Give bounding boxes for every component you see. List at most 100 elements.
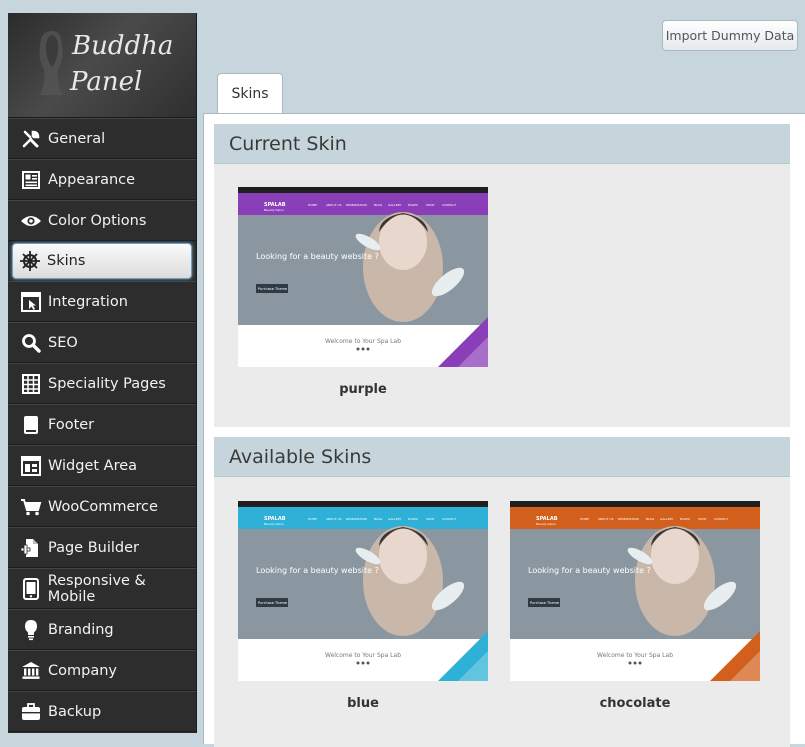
nav-label: General: [48, 130, 106, 147]
nav-label: WooCommerce: [48, 498, 158, 515]
nav-label: Widget Area: [48, 457, 138, 474]
thumb-menu-item: SHOP: [426, 203, 435, 207]
helm-icon: [19, 250, 41, 272]
thumb-button-text: Purchase Theme: [258, 601, 287, 605]
import-dummy-data-button[interactable]: Import Dummy Data: [662, 20, 798, 51]
nav-item-responsive-mobile[interactable]: Responsive & Mobile: [8, 568, 196, 609]
thumb-menu-item: ABOUT US: [326, 203, 342, 207]
skin-preview-chocolate: Looking for a beauty website ? Purchase …: [510, 501, 760, 681]
nav-label: Footer: [48, 416, 95, 433]
skin-card-blue[interactable]: Looking for a beauty website ? Purchase …: [238, 501, 488, 711]
nav-item-widget-area[interactable]: Widget Area: [8, 445, 196, 486]
nav-label: Skins: [47, 253, 86, 269]
skin-name: chocolate: [599, 696, 671, 711]
thumb-menu-item: SHOP: [698, 517, 707, 521]
thumb-menu-item: BLOG: [374, 517, 383, 521]
nav-item-color-options[interactable]: Color Options: [8, 200, 196, 241]
current-skin-title: Current Skin: [214, 124, 790, 164]
nav-item-company[interactable]: Company: [8, 650, 196, 691]
nav-label: Responsive & Mobile: [47, 572, 146, 605]
layout-icon: [20, 169, 42, 191]
tab-skins[interactable]: Skins: [217, 73, 283, 114]
thumb-menu-item: RESERVATION: [346, 517, 367, 521]
thumb-tagline: Beauty Salon: [536, 522, 556, 526]
thumb-hero-text: Looking for a beauty website ?: [528, 566, 651, 575]
nav-label: Appearance: [48, 171, 136, 188]
nav-label: Backup: [48, 703, 102, 720]
nav-item-speciality-pages[interactable]: Speciality Pages: [8, 363, 196, 404]
logo-line-1: Buddha: [72, 31, 174, 61]
thumb-menu-item: HOME: [580, 517, 589, 521]
buddha-icon: [39, 31, 63, 95]
skin-name: blue: [347, 696, 379, 711]
logo-line-2: Panel: [70, 67, 143, 97]
thumb-tagline: Beauty Salon: [264, 208, 284, 212]
nav-item-branding[interactable]: Branding: [8, 609, 196, 650]
thumb-welcome: Welcome to Your Spa Lab: [597, 652, 673, 659]
thumb-menu-item: RESERVATION: [618, 517, 639, 521]
footer-icon: [20, 414, 42, 436]
thumb-menu-item: GALLERY: [388, 517, 402, 521]
buddha-panel-logo: Buddha Panel: [8, 13, 196, 118]
thumb-menu-item: CONTACT: [442, 203, 456, 207]
eye-icon: [20, 210, 42, 232]
search-icon: [20, 332, 42, 354]
sidebar: Buddha Panel General Appearance Color Op…: [8, 13, 197, 733]
thumb-menu-item: PAGES: [408, 203, 418, 207]
nav-item-backup[interactable]: Backup: [8, 691, 196, 732]
thumb-menu-item: ABOUT US: [326, 517, 342, 521]
bank-icon: [20, 660, 42, 682]
skin-name: purple: [339, 382, 387, 397]
bulb-icon: [20, 619, 42, 641]
grid-icon: [20, 373, 42, 395]
thumb-button-text: Purchase Theme: [530, 601, 559, 605]
nav-item-woocommerce[interactable]: WooCommerce: [8, 486, 196, 527]
skin-thumbnail[interactable]: Looking for a beauty website ? Purchase …: [238, 187, 488, 367]
thumb-menu-item: SHOP: [426, 517, 435, 521]
nav-label: SEO: [48, 334, 78, 351]
thumb-menu-item: GALLERY: [388, 203, 402, 207]
nav-item-footer[interactable]: Footer: [8, 404, 196, 445]
nav-item-page-builder[interactable]: Page Builder: [8, 527, 196, 568]
page-plus-icon: [20, 537, 42, 559]
nav-item-seo[interactable]: SEO: [8, 322, 196, 363]
nav-label: Company: [48, 662, 117, 679]
available-skins-panel: Available Skins Looking for a beauty web…: [214, 437, 790, 747]
thumb-welcome: Welcome to Your Spa Lab: [325, 338, 401, 345]
window-cursor-icon: [20, 291, 42, 313]
skin-preview-blue: Looking for a beauty website ? Purchase …: [238, 501, 488, 681]
thumb-menu-item: BLOG: [374, 203, 383, 207]
cart-icon: [20, 496, 42, 518]
thumb-hero-text: Looking for a beauty website ?: [256, 252, 379, 261]
thumb-menu-item: PAGES: [680, 517, 690, 521]
wrench-icon: [20, 128, 42, 150]
skins-content: Current Skin Looking for a beauty websit…: [203, 113, 805, 747]
thumb-menu-item: BLOG: [646, 517, 655, 521]
thumb-menu-item: PAGES: [408, 517, 418, 521]
nav-item-integration[interactable]: Integration: [8, 281, 196, 322]
skin-thumbnail[interactable]: Looking for a beauty website ? Purchase …: [238, 501, 488, 681]
briefcase-icon: [20, 701, 42, 723]
thumb-menu-item: HOME: [308, 203, 317, 207]
nav-item-appearance[interactable]: Appearance: [8, 159, 196, 200]
skin-card-purple[interactable]: Looking for a beauty website ? Purchase …: [238, 187, 488, 397]
widget-icon: [20, 455, 42, 477]
thumb-menu-item: GALLERY: [660, 517, 674, 521]
nav-item-general[interactable]: General: [8, 118, 196, 159]
nav-label: Color Options: [48, 212, 147, 229]
thumb-tagline: Beauty Salon: [264, 522, 284, 526]
skin-preview-purple: Looking for a beauty website ? Purchase …: [238, 187, 488, 367]
current-skin-panel: Current Skin Looking for a beauty websit…: [214, 124, 790, 427]
skin-thumbnail[interactable]: Looking for a beauty website ? Purchase …: [510, 501, 760, 681]
nav-item-skins[interactable]: Skins: [12, 243, 192, 279]
nav-label: Branding: [48, 621, 114, 638]
thumb-hero-text: Looking for a beauty website ?: [256, 566, 379, 575]
thumb-button-text: Purchase Theme: [258, 287, 287, 291]
mobile-icon: [20, 577, 42, 600]
thumb-menu-item: RESERVATION: [346, 203, 367, 207]
thumb-menu-item: ABOUT US: [598, 517, 614, 521]
thumb-menu-item: CONTACT: [442, 517, 456, 521]
nav-label: Speciality Pages: [48, 375, 166, 392]
thumb-welcome: Welcome to Your Spa Lab: [325, 652, 401, 659]
skin-card-chocolate[interactable]: Looking for a beauty website ? Purchase …: [510, 501, 760, 711]
